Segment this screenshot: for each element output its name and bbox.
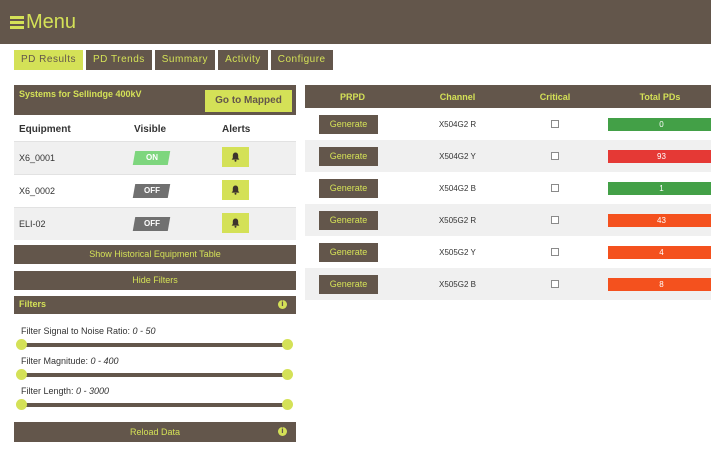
menu-button[interactable]: Menu xyxy=(10,10,76,34)
channel-cell: X504G2 Y xyxy=(439,151,476,161)
table-row: Generate X505G2 R 43 xyxy=(305,204,711,236)
total-pds-badge: 1 xyxy=(608,181,711,195)
filters-header: Filters i xyxy=(14,296,296,314)
pd-results-table: PRPD Channel Critical Total PDs Generate… xyxy=(305,85,711,300)
critical-checkbox[interactable] xyxy=(551,216,559,225)
slider-max-handle[interactable] xyxy=(282,339,293,350)
show-historical-button[interactable]: Show Historical Equipment Table xyxy=(14,245,296,264)
critical-checkbox[interactable] xyxy=(551,184,559,193)
slider-min-handle[interactable] xyxy=(16,399,27,410)
generate-button[interactable]: Generate xyxy=(319,210,378,230)
table-row: Generate X505G2 B 8 xyxy=(305,268,711,300)
reload-data-button[interactable]: Reload Data i xyxy=(14,422,296,442)
info-icon[interactable]: i xyxy=(278,427,287,436)
total-pds-badge: 8 xyxy=(608,277,711,291)
equipment-name: X6_0001 xyxy=(19,153,56,163)
table-row: Generate X504G2 Y 93 xyxy=(305,140,711,172)
alerts-button[interactable] xyxy=(222,147,249,167)
top-bar: Menu xyxy=(0,0,711,44)
channel-cell: X505G2 B xyxy=(439,279,476,289)
bell-icon xyxy=(231,152,240,162)
column-header-equipment: Equipment xyxy=(19,123,71,135)
filter-snr-slider[interactable] xyxy=(16,339,293,351)
visible-toggle[interactable]: OFF xyxy=(132,217,171,231)
filter-length-label: Filter Length: 0 - 3000 xyxy=(21,386,110,396)
column-header-prpd: PRPD xyxy=(339,91,365,102)
critical-checkbox[interactable] xyxy=(551,280,559,289)
tab-pd-results[interactable]: PD Results xyxy=(14,50,84,70)
tab-pd-trends[interactable]: PD Trends xyxy=(86,50,152,70)
visible-toggle[interactable]: OFF xyxy=(132,184,171,198)
filter-magnitude-slider[interactable] xyxy=(16,369,293,381)
menu-label: Menu xyxy=(26,10,77,33)
total-pds-badge: 4 xyxy=(608,245,711,259)
table-row: X6_0001 ON xyxy=(14,141,296,174)
systems-title: Systems for Sellindge 400kV xyxy=(19,89,142,99)
column-header-channel: Channel xyxy=(439,91,476,102)
hamburger-icon xyxy=(10,15,24,29)
total-pds-badge: 0 xyxy=(608,117,711,131)
filter-length-slider[interactable] xyxy=(16,399,293,411)
slider-min-handle[interactable] xyxy=(16,369,27,380)
column-header-total-pds: Total PDs xyxy=(639,91,681,102)
table-row: X6_0002 OFF xyxy=(14,174,296,207)
channel-cell: X505G2 R xyxy=(438,215,477,225)
table-row: Generate X504G2 B 1 xyxy=(305,172,711,204)
channel-cell: X504G2 B xyxy=(439,183,476,193)
generate-button[interactable]: Generate xyxy=(319,242,378,262)
total-pds-badge: 43 xyxy=(608,213,711,227)
tab-activity[interactable]: Activity xyxy=(218,50,268,70)
equipment-table: Equipment Visible Alerts X6_0001 ON X6_0… xyxy=(14,117,296,240)
table-row: ELI-02 OFF xyxy=(14,207,296,240)
bell-icon xyxy=(231,218,240,228)
critical-checkbox[interactable] xyxy=(551,120,559,129)
table-row: Generate X505G2 Y 4 xyxy=(305,236,711,268)
channel-cell: X505G2 Y xyxy=(439,247,476,257)
generate-button[interactable]: Generate xyxy=(319,114,378,134)
total-pds-badge: 93 xyxy=(608,149,711,163)
reload-data-label: Reload Data xyxy=(129,427,181,437)
column-header-alerts: Alerts xyxy=(222,123,251,135)
info-icon[interactable]: i xyxy=(278,300,287,309)
generate-button[interactable]: Generate xyxy=(319,274,378,294)
critical-checkbox[interactable] xyxy=(551,248,559,257)
alerts-button[interactable] xyxy=(222,213,249,233)
pd-table-header: PRPD Channel Critical Total PDs xyxy=(305,85,711,108)
tab-configure[interactable]: Configure xyxy=(270,50,333,70)
tab-summary[interactable]: Summary xyxy=(154,50,216,70)
table-row: Generate X504G2 R 0 xyxy=(305,108,711,140)
tab-bar: PD Results PD Trends Summary Activity Co… xyxy=(14,50,333,70)
alerts-button[interactable] xyxy=(222,180,249,200)
slider-max-handle[interactable] xyxy=(282,369,293,380)
hide-filters-button[interactable]: Hide Filters xyxy=(14,271,296,290)
critical-checkbox[interactable] xyxy=(551,152,559,161)
go-to-mapped-button[interactable]: Go to Mapped xyxy=(205,90,292,112)
filter-snr-label: Filter Signal to Noise Ratio: 0 - 50 xyxy=(21,326,156,336)
generate-button[interactable]: Generate xyxy=(319,146,378,166)
slider-max-handle[interactable] xyxy=(282,399,293,410)
filter-magnitude-label: Filter Magnitude: 0 - 400 xyxy=(21,356,119,366)
column-header-visible: Visible xyxy=(134,123,167,135)
slider-min-handle[interactable] xyxy=(16,339,27,350)
channel-cell: X504G2 R xyxy=(438,119,477,129)
bell-icon xyxy=(231,185,240,195)
equipment-name: X6_0002 xyxy=(19,186,56,196)
visible-toggle[interactable]: ON xyxy=(132,151,171,165)
systems-header: Systems for Sellindge 400kV Go to Mapped xyxy=(14,85,296,115)
filters-title: Filters xyxy=(19,299,47,309)
column-header-critical: Critical xyxy=(539,91,571,102)
equipment-name: ELI-02 xyxy=(19,219,46,229)
generate-button[interactable]: Generate xyxy=(319,178,378,198)
equipment-table-header: Equipment Visible Alerts xyxy=(14,117,296,141)
